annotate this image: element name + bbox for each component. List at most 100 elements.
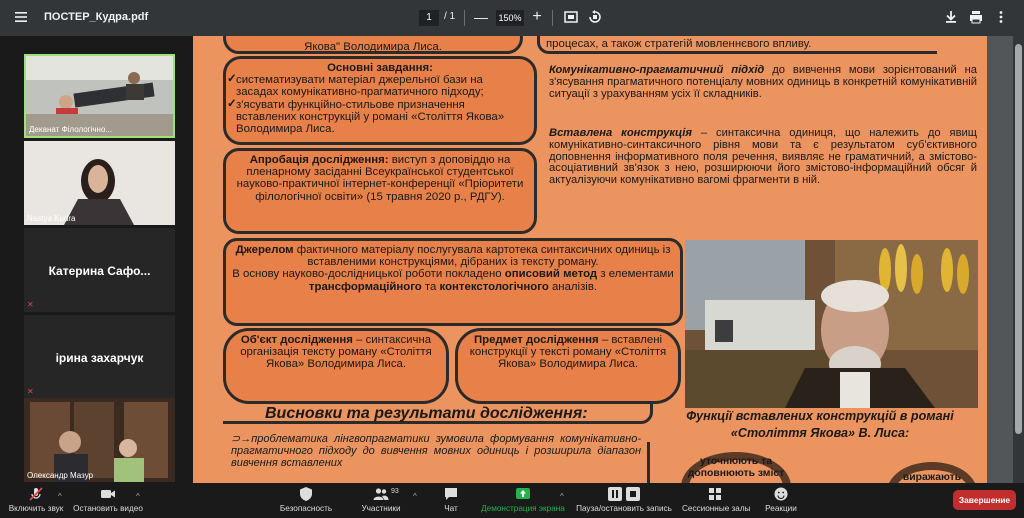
mic-muted-icon: ✕: [27, 387, 34, 396]
divider: [552, 10, 553, 26]
source-box: Джерелом фактичного матеріалу послугувал…: [223, 238, 683, 326]
share-screen-button[interactable]: Демонстрация экрана: [480, 486, 566, 513]
inserted-construction-label: Вставлена конструкція: [549, 127, 692, 139]
scrollbar-thumb[interactable]: [1015, 44, 1022, 434]
participant-tile-4[interactable]: ірина захарчук ✕: [24, 315, 175, 399]
participant-name-2: Nastya Kudra: [27, 214, 76, 223]
task-item-2: ✓ з'ясувати функційно-стильове призначенн…: [227, 98, 528, 136]
unmute-button[interactable]: Включить звук: [6, 486, 66, 513]
download-icon[interactable]: [940, 6, 962, 28]
meeting-toolbar: Включить звук ^ Остановить видео ^ Безоп…: [0, 483, 1024, 518]
end-meeting-button[interactable]: Завершение: [953, 490, 1016, 510]
approbation-label: Апробація дослідження:: [249, 154, 389, 166]
rotate-icon[interactable]: [584, 6, 606, 28]
document-title: ПОСТЕР_Кудра.pdf: [44, 11, 149, 23]
inserted-construction-definition: Вставлена конструкція – синтаксична один…: [549, 127, 977, 187]
caret-up-icon[interactable]: ^: [560, 492, 564, 501]
aim-box-fragment: Якова" Володимира Лиса.: [223, 36, 523, 54]
page-number-input[interactable]: 1: [419, 10, 439, 26]
aim-fragment-text: Якова" Володимира Лиса.: [304, 41, 442, 53]
participant-tile-5[interactable]: Олександр Мазур: [24, 398, 175, 482]
communicative-approach-definition: Комунікативно-прагматичний підхід до вив…: [549, 64, 977, 100]
pdf-viewer: ПОСТЕР_Кудра.pdf 1 / 1 — 150% + Якова" В…: [0, 0, 1024, 483]
writer-portrait-photo: [685, 240, 978, 408]
reactions-label: Реакции: [765, 504, 797, 513]
subject-box: Предмет дослідження – вставлені конструк…: [455, 328, 681, 404]
participants-gallery: Деканат Філологічно... Nastya Kudra Кате…: [0, 36, 193, 483]
pdf-toolbar: ПОСТЕР_Кудра.pdf 1 / 1 — 150% +: [0, 0, 1024, 36]
participants-count: 93: [391, 488, 399, 495]
record-pause-label: Пауза/остановить запись: [576, 504, 672, 513]
method-descriptive: описовий метод: [504, 268, 598, 281]
chat-bubble-icon: [436, 486, 466, 502]
checkmark-icon: ✓: [227, 73, 237, 86]
function-text-1: уточнюють та доповнюють зміст: [687, 456, 785, 479]
source-text: фактичного матеріалу послугувала картоте…: [293, 244, 671, 269]
print-icon[interactable]: [965, 6, 987, 28]
context-box-fragment: процесах, а також стратегій мовленнєвого…: [537, 36, 937, 54]
caret-up-icon[interactable]: ^: [413, 492, 417, 501]
record-pause-button[interactable]: Пауза/остановить запись: [576, 486, 672, 513]
divider: [464, 10, 465, 26]
plus-icon: +: [532, 8, 542, 25]
tasks-title: Основні завдання:: [327, 62, 433, 74]
participant-name-5: Олександр Мазур: [27, 471, 94, 480]
task-text-2: з'ясувати функційно-стильове призначення…: [236, 98, 505, 136]
source-paragraph: Джерелом фактичного матеріалу послугувал…: [232, 244, 674, 268]
share-screen-label: Демонстрация экрана: [481, 504, 565, 513]
shield-icon: [278, 486, 334, 502]
pause-stop-icon: [576, 486, 672, 502]
participant-tile-2[interactable]: Nastya Kudra: [24, 141, 175, 225]
method-with: з елементами: [597, 268, 674, 281]
method-paragraph: В основу науково-дослідницької роботи по…: [232, 268, 674, 292]
minus-icon: —: [474, 9, 488, 25]
chat-label: Чат: [444, 504, 458, 513]
tasks-box: Основні завдання: ✓ систематизувати матер…: [223, 56, 537, 145]
breakout-rooms-label: Сессионные залы: [682, 504, 751, 513]
method-transformational: трансформаційного: [308, 280, 422, 293]
participant-name-3: Катерина Сафо...: [48, 264, 151, 278]
object-box: Об'єкт дослідження – синтаксична організ…: [223, 328, 449, 404]
caret-up-icon[interactable]: ^: [136, 492, 140, 501]
participant-tile-3[interactable]: Катерина Сафо... ✕: [24, 228, 175, 312]
zoom-out-button[interactable]: —: [470, 6, 492, 28]
mic-muted-icon: [6, 486, 66, 502]
participants-label: Участники: [361, 504, 401, 513]
conclusion-text-1: проблематика лінгвопрагматики зумовила ф…: [231, 433, 641, 469]
approbation-box: Апробація дослідження: виступ з доповідд…: [223, 148, 537, 234]
zoom-in-button[interactable]: +: [526, 6, 548, 28]
method-contextological: контекстологічного: [439, 280, 549, 293]
security-button[interactable]: Безопасность: [278, 486, 334, 513]
caret-up-icon[interactable]: ^: [58, 492, 62, 501]
reactions-button[interactable]: Реакции: [762, 486, 800, 513]
portrait-image: [685, 240, 978, 408]
method-and: та: [421, 280, 440, 293]
functions-title: Функції вставлених конструкцій в романі …: [653, 408, 987, 442]
method-intro: В основу науково-дослідницької роботи по…: [232, 268, 505, 281]
task-text-1: систематизувати матеріал джерельної бази…: [236, 74, 484, 99]
participant-tile-1[interactable]: Деканат Філологічно...: [24, 54, 175, 138]
participant-video: [24, 398, 175, 482]
more-options-icon[interactable]: [990, 6, 1012, 28]
security-label: Безопасность: [279, 504, 333, 513]
object-label: Об'єкт дослідження: [240, 334, 353, 346]
participant-name-1: Деканат Філологічно...: [29, 125, 113, 134]
smiley-icon: [762, 486, 800, 502]
menu-icon[interactable]: [10, 6, 32, 28]
poster-page: Якова" Володимира Лиса. Основні завдання…: [193, 36, 987, 483]
conclusions-title: Висновки та результати дослідження:: [265, 405, 588, 422]
context-fragment-text: процесах, а також стратегій мовленнєвого…: [546, 38, 812, 50]
share-screen-icon: [480, 486, 566, 502]
fit-page-icon[interactable]: [560, 6, 582, 28]
source-label: Джерелом: [235, 244, 294, 256]
zoom-level-input[interactable]: 150%: [496, 10, 524, 26]
pdf-scrollbar[interactable]: [1013, 36, 1024, 483]
task-item-1: ✓ систематизувати матеріал джерельної баз…: [227, 73, 528, 99]
breakout-rooms-button[interactable]: Сессионные залы: [682, 486, 751, 513]
method-end: аналізів.: [548, 280, 598, 293]
stop-video-button[interactable]: Остановить видео: [72, 486, 144, 513]
breakout-rooms-icon: [682, 486, 748, 502]
video-camera-icon: [72, 486, 144, 502]
chat-button[interactable]: Чат: [436, 486, 466, 513]
communicative-approach-label: Комунікативно-прагматичний підхід: [549, 64, 765, 76]
